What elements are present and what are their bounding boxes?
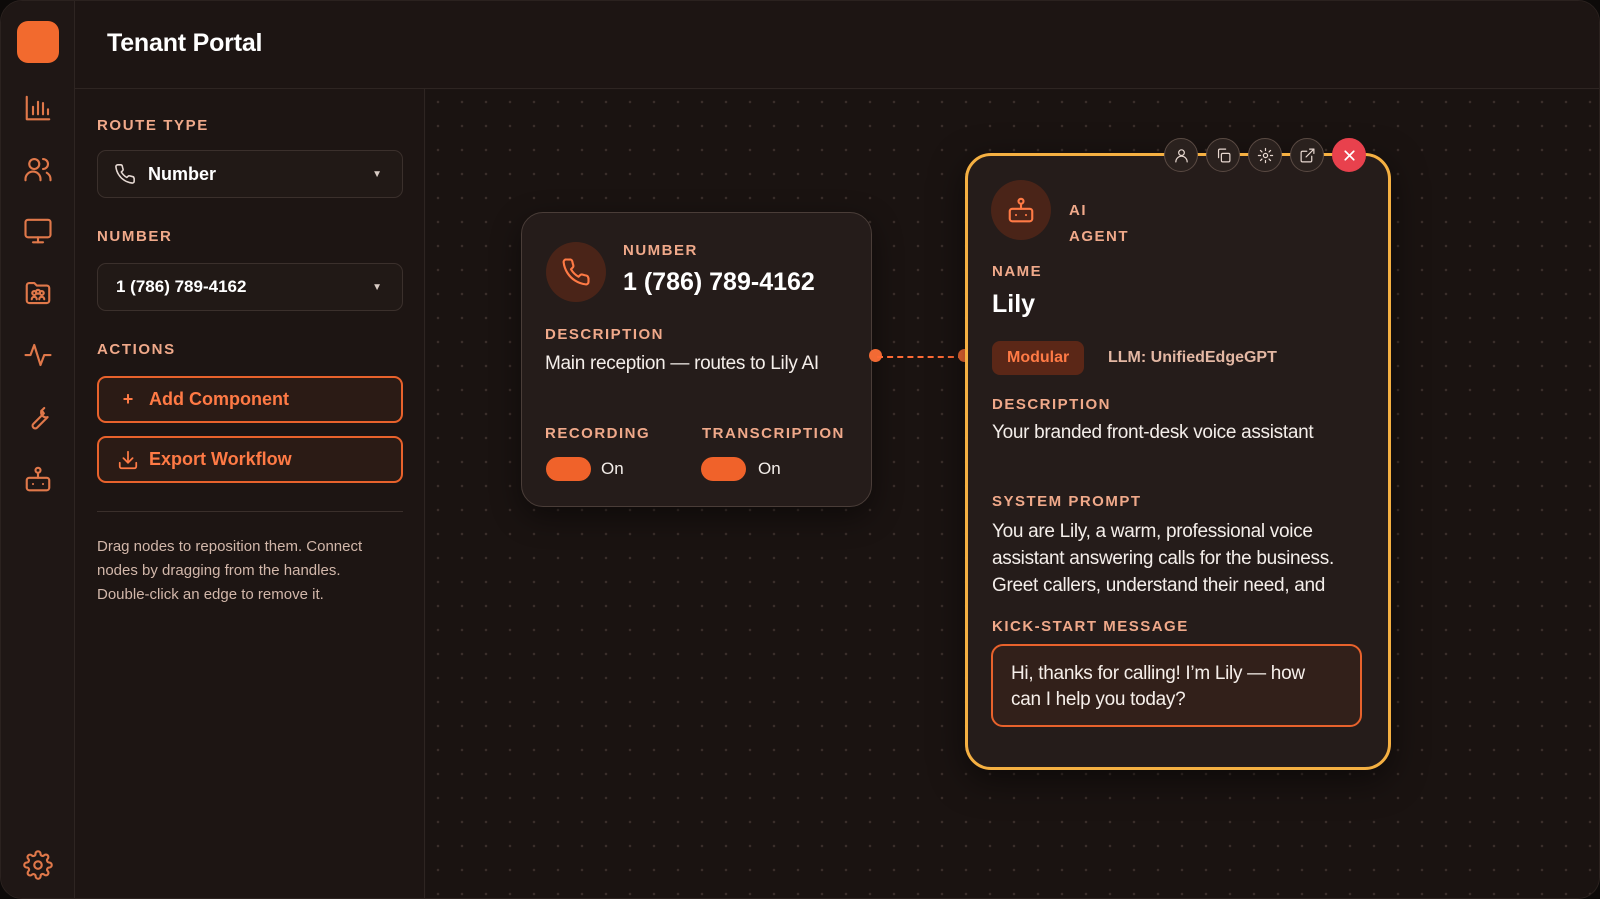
close-icon[interactable] [1332,138,1366,172]
users-icon[interactable] [20,151,56,187]
kickstart-line: Hi, thanks for calling! I’m Lily — how [1011,663,1305,684]
gear-icon[interactable] [1248,138,1282,172]
app-window: Tenant Portal ROUTE TYPE Number ▼ NUMBER… [0,0,1600,899]
agent-name: Lily [992,290,1036,318]
route-type-label: ROUTE TYPE [97,117,209,134]
chevron-down-icon: ▼ [372,281,382,293]
kickstart-message-box[interactable]: Hi, thanks for calling! I’m Lily — how c… [991,644,1362,727]
copy-icon[interactable] [1206,138,1240,172]
recording-label: RECORDING [545,425,651,442]
robot-icon [991,180,1051,240]
robot-icon[interactable] [20,461,56,497]
plus-icon: + [122,389,134,409]
number-label: NUMBER [97,228,173,245]
kickstart-label: KICK-START MESSAGE [992,618,1189,635]
add-component-label: Add Component [149,389,289,409]
download-icon [117,449,139,471]
route-type-select[interactable]: Number ▼ [97,150,403,198]
activity-icon[interactable] [20,337,56,373]
agent-description-label: DESCRIPTION [992,396,1112,413]
number-node-phone: 1 (786) 789-4162 [623,268,815,296]
actions-label: ACTIONS [97,341,176,358]
system-prompt-label: SYSTEM PROMPT [992,493,1142,510]
system-prompt-line: You are Lily, a warm, professional voice [992,521,1313,542]
route-type-value: Number [148,163,217,184]
connection-edge[interactable] [877,356,964,358]
transcription-toggle[interactable] [701,457,746,481]
analytics-icon[interactable] [20,90,56,126]
number-value: 1 (786) 789-4162 [116,277,247,296]
agent-name-label: NAME [992,263,1043,280]
kickstart-line: can I help you today? [1011,689,1186,710]
number-description: Main reception — routes to Lily AI [545,353,819,374]
config-panel: ROUTE TYPE Number ▼ NUMBER 1 (786) 789-4… [75,89,425,898]
agent-description: Your branded front-desk voice assistant [992,422,1314,443]
agent-type-line2: AGENT [1069,228,1129,245]
settings-icon[interactable] [20,847,56,883]
page-title: Tenant Portal [107,29,263,57]
export-workflow-label: Export Workflow [149,449,292,469]
number-select[interactable]: 1 (786) 789-4162 ▼ [97,263,403,311]
transcription-label: TRANSCRIPTION [702,425,845,442]
export-workflow-button[interactable]: Export Workflow [97,436,403,483]
system-prompt-line: Greet callers, understand their need, an… [992,575,1326,596]
external-link-icon[interactable] [1290,138,1324,172]
nav-rail [1,1,75,898]
team-folder-icon[interactable] [20,275,56,311]
app-logo[interactable] [17,21,59,63]
top-header: Tenant Portal [75,1,1599,89]
help-text: Drag nodes to reposition them. Connect n… [97,538,363,603]
wrench-icon[interactable] [20,400,56,436]
number-description-label: DESCRIPTION [545,326,665,343]
transcription-state: On [758,459,781,478]
modular-badge: Modular [992,341,1085,375]
user-icon[interactable] [1164,138,1198,172]
divider [97,511,403,512]
number-node-type: NUMBER [623,242,698,259]
monitor-icon[interactable] [20,213,56,249]
recording-toggle[interactable] [546,457,591,481]
agent-type-line1: AI [1069,202,1087,219]
add-component-button[interactable]: + Add Component [97,376,403,423]
chevron-down-icon: ▼ [372,168,382,180]
llm-badge: LLM: UnifiedEdgeGPT [1108,349,1277,366]
phone-icon [546,242,606,302]
phone-icon [114,162,138,186]
system-prompt-line: assistant answering calls for the busine… [992,548,1334,569]
recording-state: On [601,459,624,478]
